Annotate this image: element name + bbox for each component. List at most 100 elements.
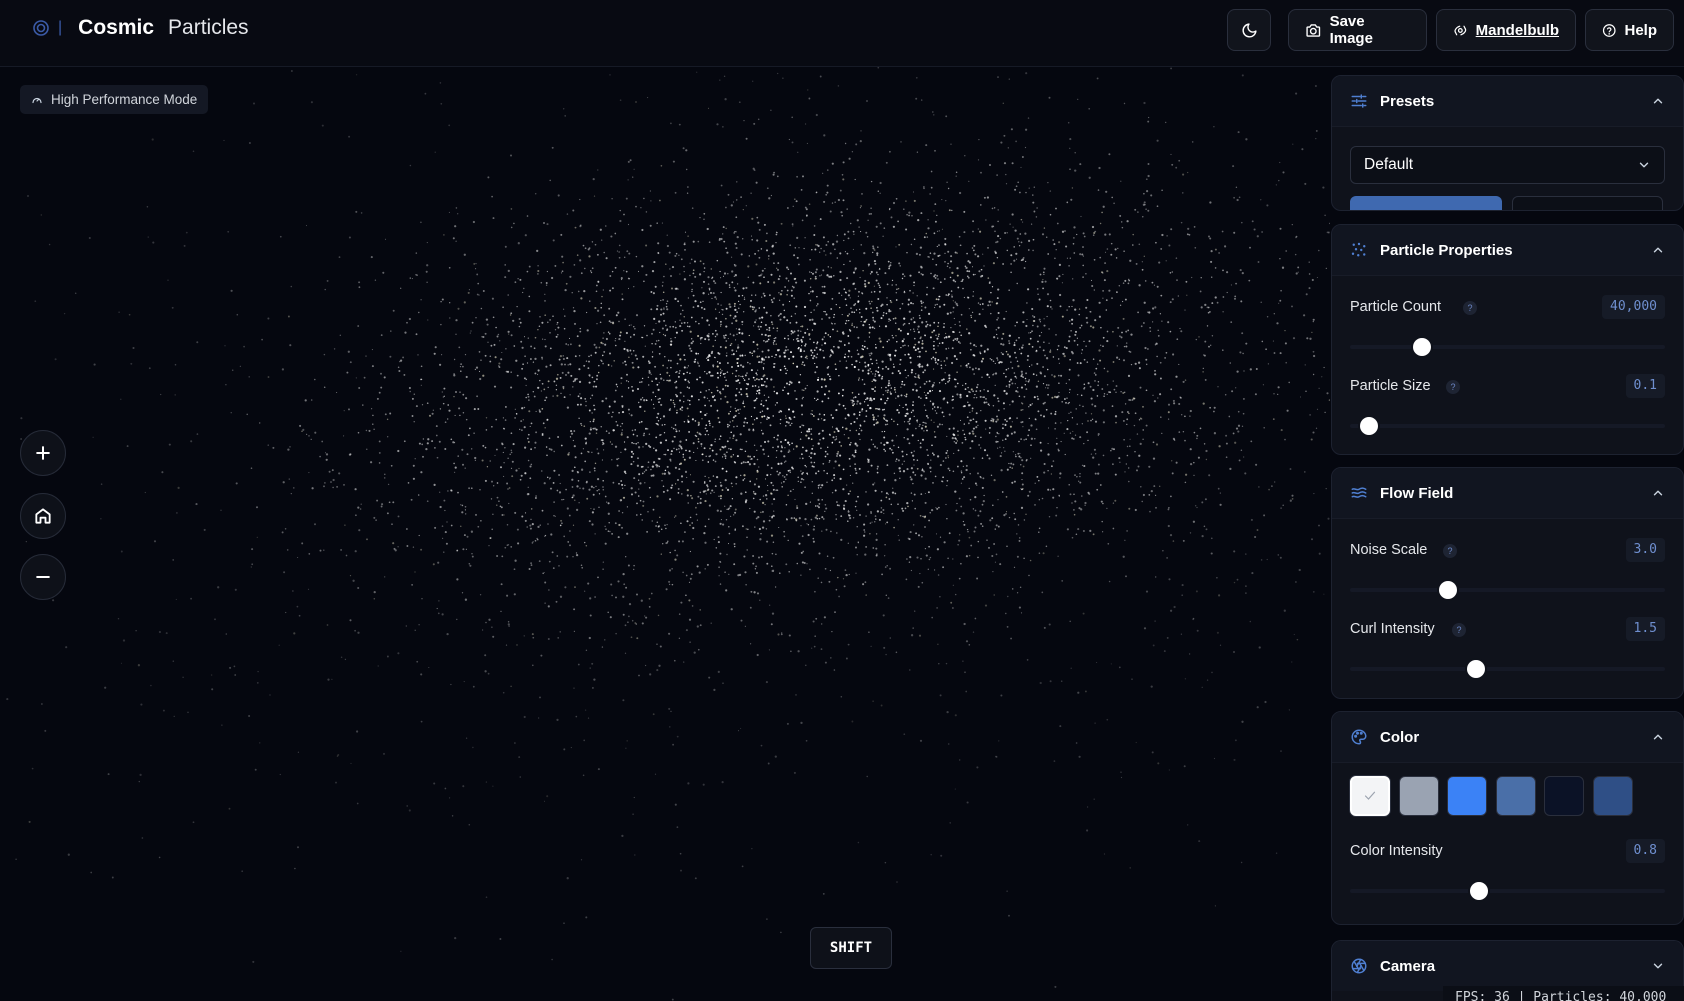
particle <box>740 393 743 396</box>
particle <box>537 386 540 389</box>
particle <box>800 431 802 433</box>
particle <box>1329 222 1330 225</box>
particle <box>980 409 982 412</box>
particle <box>842 488 845 491</box>
particle <box>1075 330 1077 333</box>
particle <box>706 227 709 231</box>
particle <box>909 329 912 331</box>
particle <box>392 501 395 504</box>
particle <box>1056 222 1059 225</box>
particle <box>358 281 361 284</box>
particle <box>1083 383 1086 386</box>
particle <box>941 379 944 382</box>
particle <box>601 459 603 461</box>
particle <box>871 326 874 329</box>
particle <box>636 435 639 437</box>
particle <box>1172 540 1175 542</box>
particle <box>877 415 879 417</box>
particle <box>1014 188 1017 191</box>
particle <box>741 354 744 356</box>
particle <box>1127 374 1131 377</box>
particle <box>324 452 327 454</box>
particle <box>823 285 826 288</box>
particle <box>1091 225 1095 229</box>
particle <box>781 486 783 488</box>
particle <box>1119 304 1122 306</box>
particle <box>980 447 982 449</box>
particle <box>804 206 807 209</box>
particle <box>616 424 619 427</box>
particle <box>439 505 442 509</box>
mandelbulb-button[interactable]: Mandelbulb <box>1436 9 1576 51</box>
save-image-button[interactable]: Save Image <box>1288 9 1427 51</box>
particle <box>1101 211 1103 214</box>
particle <box>780 222 783 225</box>
particle <box>951 395 954 398</box>
theme-toggle-button[interactable] <box>1227 9 1271 51</box>
particle <box>795 281 798 284</box>
particle <box>550 533 553 536</box>
particle <box>903 437 905 439</box>
particle <box>678 637 681 639</box>
particle <box>1200 306 1203 309</box>
particle <box>748 378 750 380</box>
particle <box>882 314 885 317</box>
particle <box>576 403 579 406</box>
particle <box>1067 340 1071 343</box>
particle <box>517 242 520 245</box>
particle <box>1135 262 1138 265</box>
particle <box>920 266 923 269</box>
particle <box>1148 465 1151 468</box>
particle <box>1029 403 1032 407</box>
particle <box>871 521 873 523</box>
particle <box>771 552 774 555</box>
particle <box>1278 179 1280 182</box>
particle <box>806 328 809 331</box>
particle <box>967 260 970 263</box>
particle <box>992 504 994 507</box>
particle <box>774 357 776 359</box>
particle <box>1173 439 1176 441</box>
particle <box>925 422 927 425</box>
particle <box>933 382 935 384</box>
particle <box>482 374 485 377</box>
particle <box>711 395 715 399</box>
help-button[interactable]: Help <box>1585 9 1674 51</box>
particle <box>773 297 775 300</box>
brand-separator: | <box>58 19 63 36</box>
particle <box>921 305 923 307</box>
particle <box>1092 388 1095 392</box>
particle <box>874 386 877 388</box>
particle <box>595 428 598 431</box>
particle <box>986 454 989 457</box>
particle <box>1033 186 1036 188</box>
particle <box>958 321 961 323</box>
particle <box>763 415 766 418</box>
particle <box>1284 330 1286 332</box>
particle <box>683 321 686 324</box>
particle <box>829 335 832 338</box>
particle <box>593 195 596 197</box>
particle <box>997 409 1000 412</box>
particle <box>983 401 986 404</box>
particle <box>940 367 943 369</box>
particle <box>701 287 703 289</box>
particle <box>854 267 857 270</box>
particle <box>589 597 592 600</box>
particle <box>1214 248 1217 251</box>
particle <box>1018 440 1020 443</box>
particle <box>796 256 799 259</box>
particle <box>1110 253 1113 256</box>
particle <box>938 333 940 336</box>
particle-canvas[interactable] <box>0 67 1330 1001</box>
particle <box>1147 209 1150 212</box>
particle <box>642 500 645 503</box>
particle <box>1059 725 1062 728</box>
particle <box>560 444 563 447</box>
particle <box>618 482 620 485</box>
particle <box>589 300 591 302</box>
particle <box>577 395 580 398</box>
particle <box>750 235 753 237</box>
particle <box>983 265 985 267</box>
particle <box>725 317 727 320</box>
